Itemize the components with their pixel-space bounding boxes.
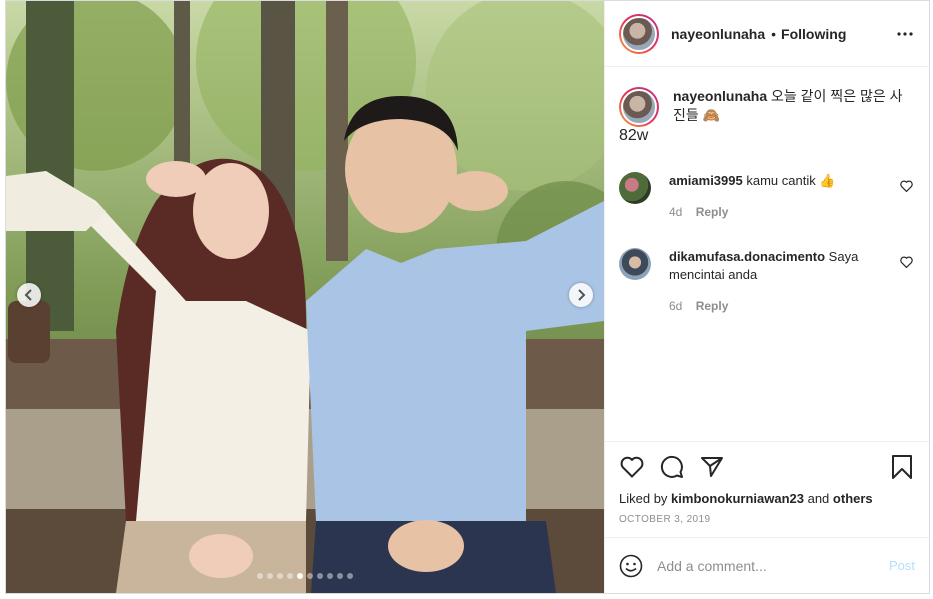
comment-body: dikamufasa.donacimento Saya mencintai an… [669, 248, 874, 315]
comment-text: kamu cantik 👍 [746, 173, 836, 188]
action-bar [605, 441, 929, 491]
post-photo[interactable] [6, 1, 604, 593]
comment-input[interactable] [657, 557, 889, 574]
comment-button[interactable] [659, 454, 685, 480]
post-header: nayeonlunaha • Following [605, 1, 929, 67]
chevron-right-icon [578, 289, 586, 301]
carousel-dot [277, 573, 283, 579]
comment-meta: 4d Reply [669, 203, 874, 221]
liker-username[interactable]: kimbonokurniawan23 [671, 491, 804, 506]
comment-heart-icon[interactable] [900, 256, 913, 268]
commenter-avatar[interactable] [619, 248, 651, 280]
caption-text-block: nayeonlunaha 오늘 같이 찍은 많은 사진들 🙈 [673, 87, 913, 127]
commenter-username[interactable]: amiami3995 [669, 173, 743, 188]
follow-separator: • [771, 25, 777, 42]
comment-time[interactable]: 6d [669, 299, 682, 313]
following-status[interactable]: Following [781, 26, 846, 42]
likes-joiner: and [807, 491, 830, 506]
comment-item: amiami3995 kamu cantik 👍 4d Reply [619, 172, 915, 221]
comment-meta: 6d Reply [669, 297, 874, 315]
caption-timestamp[interactable]: 82w [619, 127, 915, 145]
likes-others-link[interactable]: others [833, 491, 873, 506]
save-button[interactable] [889, 454, 915, 480]
carousel-dot [297, 573, 303, 579]
likes-summary: Liked by kimbonokurniawan23 and others [605, 491, 929, 506]
comment-body: amiami3995 kamu cantik 👍 4d Reply [669, 172, 874, 221]
carousel-dot [327, 573, 333, 579]
like-button[interactable] [619, 454, 645, 480]
comment-time[interactable]: 4d [669, 205, 682, 219]
reply-button[interactable]: Reply [696, 299, 729, 313]
post-comment-button[interactable]: Post [889, 558, 915, 573]
comment-icon [660, 455, 683, 478]
caption: nayeonlunaha 오늘 같이 찍은 많은 사진들 🙈 [619, 87, 915, 127]
caption-username[interactable]: nayeonlunaha [673, 88, 767, 104]
photo-illustration [6, 1, 604, 593]
author-avatar[interactable] [619, 13, 659, 54]
comment-heart-icon[interactable] [900, 180, 913, 192]
comments-section: nayeonlunaha 오늘 같이 찍은 많은 사진들 🙈 82w amiam… [605, 67, 929, 441]
carousel-dot [317, 573, 323, 579]
reply-button[interactable]: Reply [696, 205, 729, 219]
share-button[interactable] [699, 454, 725, 480]
more-options-button[interactable] [893, 22, 917, 46]
carousel-next-button[interactable] [569, 283, 593, 307]
author-username[interactable]: nayeonlunaha [671, 26, 765, 42]
carousel-prev-button[interactable] [17, 283, 41, 307]
caption-avatar[interactable] [619, 87, 659, 127]
emoji-icon[interactable] [619, 554, 643, 578]
comment-item: dikamufasa.donacimento Saya mencintai an… [619, 248, 915, 315]
carousel-indicator [6, 573, 604, 579]
add-comment-bar: Post [605, 537, 929, 593]
heart-icon [620, 456, 644, 478]
share-icon [701, 456, 723, 477]
post-date[interactable]: OCTOBER 3, 2019 [605, 506, 929, 537]
commenter-avatar[interactable] [619, 172, 651, 204]
post-card: nayeonlunaha • Following nayeonlunaha 오늘… [5, 0, 930, 594]
carousel-dot [307, 573, 313, 579]
carousel-dot [267, 573, 273, 579]
likes-prefix: Liked by [619, 491, 668, 506]
more-dots-icon [897, 31, 913, 36]
bookmark-icon [892, 454, 912, 479]
chevron-left-icon [24, 289, 32, 301]
commenter-username[interactable]: dikamufasa.donacimento [669, 249, 825, 264]
post-side-panel: nayeonlunaha • Following nayeonlunaha 오늘… [604, 1, 929, 593]
carousel-dot [287, 573, 293, 579]
carousel-dot [257, 573, 263, 579]
carousel-dot [337, 573, 343, 579]
carousel-dot [347, 573, 353, 579]
